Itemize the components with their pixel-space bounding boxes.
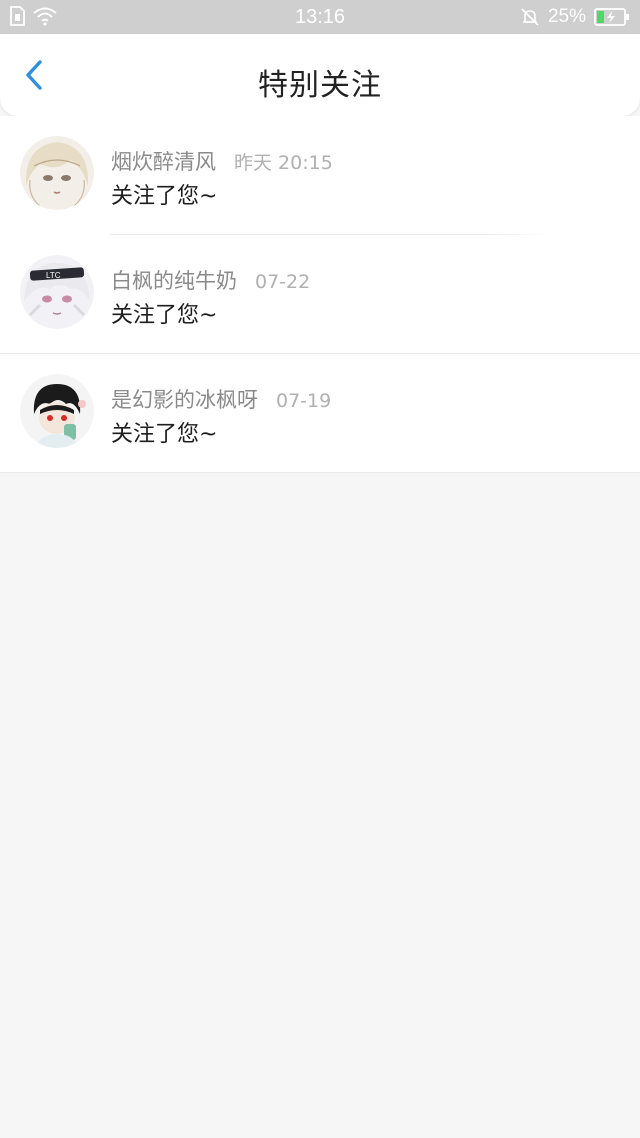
page-title: 特别关注	[258, 68, 382, 103]
avatar[interactable]	[20, 136, 94, 210]
list-item[interactable]: 是幻影的冰枫呀 07-19 关注了您~	[0, 354, 640, 473]
meta-row: 是幻影的冰枫呀 07-19	[111, 384, 331, 414]
avatar-light-haired-girl-icon	[20, 136, 94, 210]
bell-muted-icon	[521, 8, 539, 26]
svg-text:LTC: LTC	[46, 271, 61, 280]
avatar-white-haired-headband-icon: LTC	[20, 255, 94, 329]
message-text: 关注了您~	[111, 422, 218, 447]
timestamp: 昨天 20:15	[234, 152, 333, 174]
notification-list: 烟炊醉清风 昨天 20:15 关注了您~ LTC 白枫的纯牛奶 07-22 关注…	[0, 116, 640, 473]
status-right: 25%	[520, 6, 630, 28]
username[interactable]: 白枫的纯牛奶	[111, 265, 237, 295]
battery-percent: 25%	[547, 6, 586, 27]
timestamp: 07-19	[276, 390, 332, 412]
timestamp: 07-22	[255, 271, 311, 293]
avatar[interactable]	[20, 374, 94, 448]
avatar-dark-haired-boy-icon	[20, 374, 94, 448]
status-bar: 13:16 25%	[0, 0, 640, 34]
list-item[interactable]: 烟炊醉清风 昨天 20:15 关注了您~	[0, 116, 640, 235]
meta-row: 烟炊醉清风 昨天 20:15	[111, 146, 333, 176]
meta-row: 白枫的纯牛奶 07-22	[111, 265, 310, 295]
username[interactable]: 烟炊醉清风	[111, 146, 216, 176]
battery-charging-icon	[594, 8, 629, 26]
divider	[0, 472, 640, 473]
list-item[interactable]: LTC 白枫的纯牛奶 07-22 关注了您~	[0, 235, 640, 354]
header: 特别关注	[0, 34, 640, 116]
message-text: 关注了您~	[111, 303, 218, 328]
message-text: 关注了您~	[111, 184, 218, 209]
username[interactable]: 是幻影的冰枫呀	[111, 384, 258, 414]
avatar[interactable]: LTC	[20, 255, 94, 329]
